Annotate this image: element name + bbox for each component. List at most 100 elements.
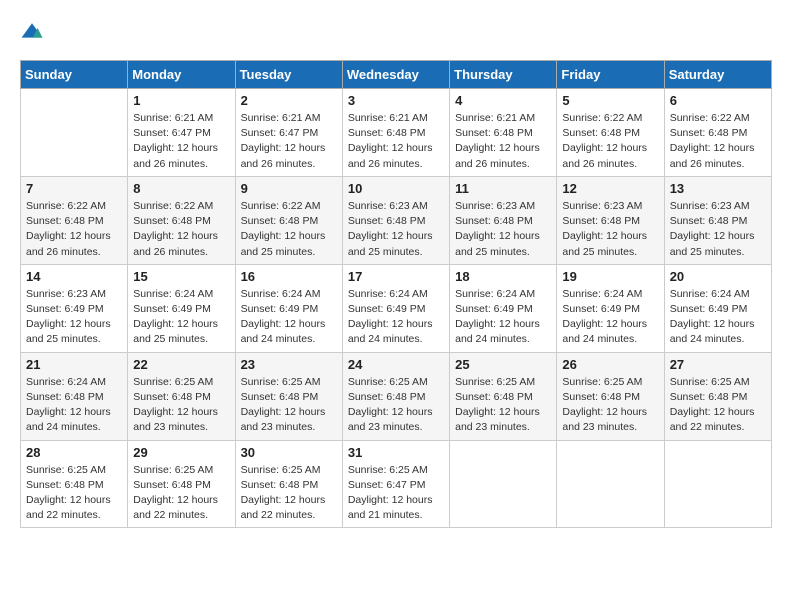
calendar-cell: 20 Sunrise: 6:24 AMSunset: 6:49 PMDayligh…: [664, 264, 771, 352]
weekday-header: Monday: [128, 61, 235, 89]
day-number: 4: [455, 93, 551, 108]
calendar-cell: [450, 440, 557, 528]
day-number: 3: [348, 93, 444, 108]
calendar-table: SundayMondayTuesdayWednesdayThursdayFrid…: [20, 60, 772, 528]
day-number: 11: [455, 181, 551, 196]
weekday-header: Tuesday: [235, 61, 342, 89]
weekday-header: Wednesday: [342, 61, 449, 89]
calendar-cell: 14Sunrise: 6:23 AMSunset: 6:49 PMDayligh…: [21, 264, 128, 352]
day-info: Sunrise: 6:23 AMSunset: 6:48 PMDaylight:…: [455, 199, 551, 260]
calendar-cell: 5 Sunrise: 6:22 AMSunset: 6:48 PMDaylight…: [557, 89, 664, 177]
calendar-cell: 3 Sunrise: 6:21 AMSunset: 6:48 PMDaylight…: [342, 89, 449, 177]
day-number: 20: [670, 269, 766, 284]
day-number: 9: [241, 181, 337, 196]
day-number: 28: [26, 445, 122, 460]
calendar-cell: 15 Sunrise: 6:24 AMSunset: 6:49 PMDayligh…: [128, 264, 235, 352]
calendar-cell: 28 Sunrise: 6:25 AMSunset: 6:48 PMDayligh…: [21, 440, 128, 528]
day-number: 16: [241, 269, 337, 284]
calendar-header: SundayMondayTuesdayWednesdayThursdayFrid…: [21, 61, 772, 89]
header-row: SundayMondayTuesdayWednesdayThursdayFrid…: [21, 61, 772, 89]
day-info: Sunrise: 6:24 AMSunset: 6:49 PMDaylight:…: [455, 287, 551, 348]
weekday-header: Friday: [557, 61, 664, 89]
day-info: Sunrise: 6:21 AMSunset: 6:47 PMDaylight:…: [241, 111, 337, 172]
calendar-week: 28 Sunrise: 6:25 AMSunset: 6:48 PMDayligh…: [21, 440, 772, 528]
day-number: 30: [241, 445, 337, 460]
day-number: 2: [241, 93, 337, 108]
day-info: Sunrise: 6:23 AMSunset: 6:49 PMDaylight:…: [26, 287, 122, 348]
day-number: 12: [562, 181, 658, 196]
day-number: 13: [670, 181, 766, 196]
day-info: Sunrise: 6:22 AMSunset: 6:48 PMDaylight:…: [241, 199, 337, 260]
day-info: Sunrise: 6:21 AMSunset: 6:47 PMDaylight:…: [133, 111, 229, 172]
calendar-week: 1 Sunrise: 6:21 AMSunset: 6:47 PMDaylight…: [21, 89, 772, 177]
day-number: 27: [670, 357, 766, 372]
calendar-cell: 26 Sunrise: 6:25 AMSunset: 6:48 PMDayligh…: [557, 352, 664, 440]
calendar-week: 21 Sunrise: 6:24 AMSunset: 6:48 PMDayligh…: [21, 352, 772, 440]
page-header: [20, 20, 772, 44]
calendar-cell: 17Sunrise: 6:24 AMSunset: 6:49 PMDayligh…: [342, 264, 449, 352]
calendar-body: 1 Sunrise: 6:21 AMSunset: 6:47 PMDaylight…: [21, 89, 772, 528]
calendar-cell: 16 Sunrise: 6:24 AMSunset: 6:49 PMDayligh…: [235, 264, 342, 352]
calendar-cell: [664, 440, 771, 528]
calendar-week: 7 Sunrise: 6:22 AMSunset: 6:48 PMDaylight…: [21, 176, 772, 264]
day-info: Sunrise: 6:25 AMSunset: 6:48 PMDaylight:…: [241, 375, 337, 436]
day-number: 15: [133, 269, 229, 284]
day-number: 19: [562, 269, 658, 284]
day-number: 23: [241, 357, 337, 372]
calendar-cell: 12Sunrise: 6:23 AMSunset: 6:48 PMDayligh…: [557, 176, 664, 264]
calendar-cell: 22Sunrise: 6:25 AMSunset: 6:48 PMDayligh…: [128, 352, 235, 440]
day-number: 7: [26, 181, 122, 196]
calendar-cell: 10 Sunrise: 6:23 AMSunset: 6:48 PMDayligh…: [342, 176, 449, 264]
day-number: 10: [348, 181, 444, 196]
day-info: Sunrise: 6:22 AMSunset: 6:48 PMDaylight:…: [26, 199, 122, 260]
day-info: Sunrise: 6:25 AMSunset: 6:48 PMDaylight:…: [455, 375, 551, 436]
calendar-cell: 1 Sunrise: 6:21 AMSunset: 6:47 PMDaylight…: [128, 89, 235, 177]
calendar-cell: 24Sunrise: 6:25 AMSunset: 6:48 PMDayligh…: [342, 352, 449, 440]
day-info: Sunrise: 6:22 AMSunset: 6:48 PMDaylight:…: [670, 111, 766, 172]
calendar-cell: 19 Sunrise: 6:24 AMSunset: 6:49 PMDayligh…: [557, 264, 664, 352]
day-number: 29: [133, 445, 229, 460]
day-info: Sunrise: 6:24 AMSunset: 6:48 PMDaylight:…: [26, 375, 122, 436]
calendar-cell: 4Sunrise: 6:21 AMSunset: 6:48 PMDaylight…: [450, 89, 557, 177]
calendar-cell: [557, 440, 664, 528]
day-number: 5: [562, 93, 658, 108]
day-info: Sunrise: 6:25 AMSunset: 6:48 PMDaylight:…: [670, 375, 766, 436]
day-number: 26: [562, 357, 658, 372]
calendar-week: 14Sunrise: 6:23 AMSunset: 6:49 PMDayligh…: [21, 264, 772, 352]
calendar-cell: 29 Sunrise: 6:25 AMSunset: 6:48 PMDayligh…: [128, 440, 235, 528]
day-number: 24: [348, 357, 444, 372]
calendar-cell: 13 Sunrise: 6:23 AMSunset: 6:48 PMDayligh…: [664, 176, 771, 264]
calendar-cell: 8Sunrise: 6:22 AMSunset: 6:48 PMDaylight…: [128, 176, 235, 264]
day-info: Sunrise: 6:24 AMSunset: 6:49 PMDaylight:…: [133, 287, 229, 348]
day-info: Sunrise: 6:25 AMSunset: 6:48 PMDaylight:…: [26, 463, 122, 524]
calendar-cell: 7 Sunrise: 6:22 AMSunset: 6:48 PMDaylight…: [21, 176, 128, 264]
calendar-cell: 6 Sunrise: 6:22 AMSunset: 6:48 PMDaylight…: [664, 89, 771, 177]
logo: [20, 20, 48, 44]
weekday-header: Sunday: [21, 61, 128, 89]
day-info: Sunrise: 6:23 AMSunset: 6:48 PMDaylight:…: [670, 199, 766, 260]
day-info: Sunrise: 6:25 AMSunset: 6:48 PMDaylight:…: [133, 463, 229, 524]
calendar-cell: 25 Sunrise: 6:25 AMSunset: 6:48 PMDayligh…: [450, 352, 557, 440]
day-number: 25: [455, 357, 551, 372]
day-info: Sunrise: 6:25 AMSunset: 6:48 PMDaylight:…: [562, 375, 658, 436]
day-info: Sunrise: 6:24 AMSunset: 6:49 PMDaylight:…: [562, 287, 658, 348]
day-info: Sunrise: 6:25 AMSunset: 6:47 PMDaylight:…: [348, 463, 444, 524]
calendar-cell: [21, 89, 128, 177]
weekday-header: Thursday: [450, 61, 557, 89]
day-info: Sunrise: 6:23 AMSunset: 6:48 PMDaylight:…: [348, 199, 444, 260]
day-info: Sunrise: 6:24 AMSunset: 6:49 PMDaylight:…: [241, 287, 337, 348]
day-number: 6: [670, 93, 766, 108]
day-number: 21: [26, 357, 122, 372]
day-number: 31: [348, 445, 444, 460]
day-info: Sunrise: 6:22 AMSunset: 6:48 PMDaylight:…: [562, 111, 658, 172]
day-info: Sunrise: 6:21 AMSunset: 6:48 PMDaylight:…: [348, 111, 444, 172]
logo-icon: [20, 20, 44, 44]
day-number: 17: [348, 269, 444, 284]
day-number: 1: [133, 93, 229, 108]
calendar-cell: 23 Sunrise: 6:25 AMSunset: 6:48 PMDayligh…: [235, 352, 342, 440]
calendar-cell: 21 Sunrise: 6:24 AMSunset: 6:48 PMDayligh…: [21, 352, 128, 440]
day-number: 8: [133, 181, 229, 196]
day-info: Sunrise: 6:25 AMSunset: 6:48 PMDaylight:…: [133, 375, 229, 436]
calendar-cell: 31 Sunrise: 6:25 AMSunset: 6:47 PMDayligh…: [342, 440, 449, 528]
day-info: Sunrise: 6:24 AMSunset: 6:49 PMDaylight:…: [670, 287, 766, 348]
